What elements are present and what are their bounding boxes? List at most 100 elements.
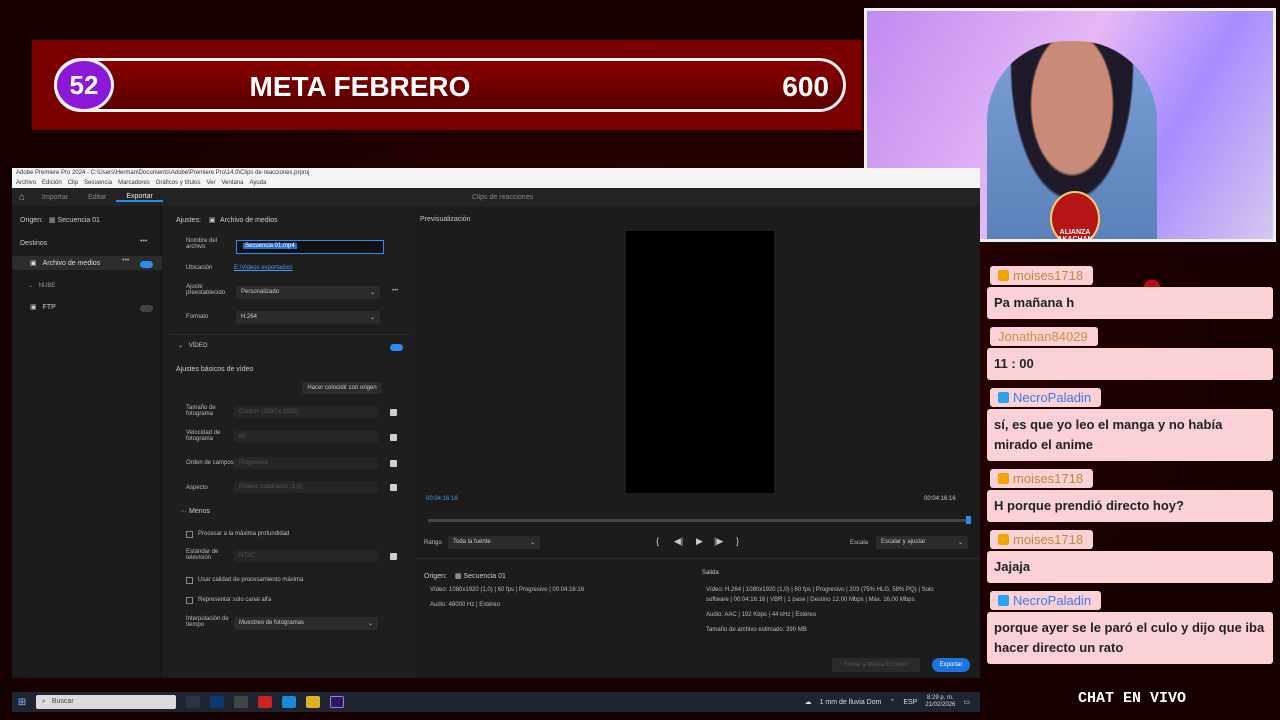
field-order-checkbox[interactable]	[390, 460, 397, 467]
divider	[416, 558, 980, 559]
less-toggle[interactable]: ··· Menos	[180, 508, 210, 515]
range-select[interactable]: Toda la fuente ⌄	[448, 536, 540, 549]
taskbar-search[interactable]: ⌕ Buscar	[36, 695, 176, 709]
aspect-checkbox[interactable]	[390, 484, 397, 491]
menu-secuencia[interactable]: Secuencia	[84, 178, 112, 188]
preset-label: Ajuste preestablecido	[186, 284, 226, 296]
chat-message: Jonathan84029 11 : 00	[987, 327, 1277, 380]
dest-ftp[interactable]: ▣ FTP	[30, 303, 56, 311]
menu-marcadores[interactable]: Marcadores	[118, 178, 150, 188]
tab-importar[interactable]: Importar	[32, 194, 78, 201]
preview-label: Previsualización	[420, 216, 471, 223]
menu-clip[interactable]: Clip	[68, 178, 78, 188]
weather-text[interactable]: 1 mm de lluvia Dom	[820, 699, 882, 706]
send-to-media-encoder-button[interactable]: Enviar a Media Encoder	[832, 658, 920, 672]
destinations-panel: Origen: ▦ Secuencia 01 Destinos ••• ▣ Ar…	[12, 206, 162, 678]
format-label: Formato	[186, 314, 209, 320]
frame-rate-checkbox[interactable]	[390, 434, 397, 441]
chevron-up-icon[interactable]: ⌃	[889, 698, 895, 706]
goal-target: 600	[782, 71, 829, 102]
premiere-icon[interactable]	[330, 696, 344, 708]
tab-exportar[interactable]: Exportar	[116, 193, 163, 202]
video-toggle[interactable]	[390, 344, 403, 351]
menu-archivo[interactable]: Archivo	[16, 178, 36, 188]
notifications-icon[interactable]: ▭	[963, 698, 970, 706]
menu-ver[interactable]: Ver	[206, 178, 215, 188]
dest-group-nube[interactable]: ⌄ NUBE	[28, 282, 55, 289]
clock[interactable]: 8:29 p. m. 21/02/2026	[925, 695, 955, 709]
frame-size-select[interactable]: Custom (1080 x 1920)	[234, 406, 378, 418]
output-audio-info: Audio: AAC | 192 Kbps | 44 kHz | Estéreo	[706, 612, 817, 618]
tv-standard-checkbox[interactable]	[390, 553, 397, 560]
tv-standard-label: Estándar de televisión	[186, 549, 219, 561]
preset-more-icon[interactable]: •••	[392, 288, 398, 294]
max-depth-checkbox[interactable]	[186, 531, 193, 538]
edge-icon[interactable]	[282, 696, 296, 708]
time-start: 00:04:16:16	[426, 496, 458, 502]
filename-label: Nombre del archivo	[186, 238, 218, 250]
preview-video	[626, 231, 774, 493]
chat-text: 11 : 00	[987, 348, 1273, 380]
source-video-info: Vídeo: 1080x1920 (1,0) | 60 fps | Progre…	[430, 587, 585, 593]
mark-in-icon[interactable]: {	[656, 536, 659, 546]
more-icon[interactable]: •••	[140, 238, 147, 245]
frame-size-checkbox[interactable]	[390, 409, 397, 416]
match-source-button[interactable]: Hacer coincidir con origen	[302, 382, 382, 394]
chevron-down-icon: ⌄	[367, 621, 373, 627]
preset-select[interactable]: Personalizado ⌄	[236, 286, 380, 299]
project-name: Clips de reacciones	[472, 193, 534, 201]
timeline-bar[interactable]	[428, 519, 968, 522]
home-icon[interactable]: ⌂	[12, 192, 32, 203]
chrome-icon[interactable]	[258, 696, 272, 708]
menu-edicion[interactable]: Edición	[42, 178, 62, 188]
output-label: Salida	[702, 570, 719, 576]
more-icon: ···	[180, 508, 187, 515]
windows-taskbar: ⊞ ⌕ Buscar ☁ 1 mm de lluvia Dom ⌃ ESP 8:…	[12, 692, 980, 712]
aspect-select[interactable]: Píxeles cuadrados (1,0)	[234, 481, 378, 493]
location-link[interactable]: E:\Videos exportados\	[234, 265, 293, 271]
app-icon[interactable]	[234, 696, 248, 708]
chat-message: NecroPaladin porque ayer se le paró el c…	[987, 591, 1277, 664]
tab-editar[interactable]: Editar	[78, 194, 116, 201]
mark-out-icon[interactable]: }	[736, 536, 739, 546]
file-icon: ▣	[208, 217, 216, 224]
destinations-label: Destinos	[20, 240, 48, 247]
settings-panel: Ajustes: ▣ Archivo de medios Nombre del …	[170, 206, 410, 678]
max-quality-checkbox[interactable]	[186, 577, 193, 584]
filename-input[interactable]: Secuencia 01.mp4	[236, 240, 384, 254]
file-explorer-icon[interactable]	[306, 696, 320, 708]
dest-ftp-toggle[interactable]	[140, 305, 153, 312]
task-view-icon[interactable]	[186, 696, 200, 708]
interp-select[interactable]: Muestreo de fotogramas ⌄	[234, 617, 378, 630]
chat-text: H porque prendió directo hoy?	[987, 490, 1273, 522]
time-end: 00:04:16:16	[924, 496, 956, 502]
alpha-only-checkbox[interactable]	[186, 597, 193, 604]
play-icon[interactable]: ▶	[696, 536, 703, 547]
field-order-select[interactable]: Progresivo	[234, 457, 378, 469]
chevron-down-icon: ⌄	[28, 283, 34, 289]
photoshop-icon[interactable]	[210, 696, 224, 708]
menu-graficos[interactable]: Gráficos y títulos	[156, 178, 201, 188]
chat-message: moises1718 Jajaja	[987, 530, 1277, 583]
scale-select[interactable]: Escalar y ajustar ⌄	[876, 536, 968, 549]
video-section-header[interactable]: ⌄ VÍDEO	[178, 342, 207, 349]
export-button[interactable]: Exportar	[932, 658, 970, 672]
frame-rate-select[interactable]: 60	[234, 431, 378, 443]
source-origin: Origen: ▦ Secuencia 01	[424, 573, 506, 580]
chat-text: porque ayer se le paró el culo y dijo qu…	[987, 612, 1273, 664]
format-select[interactable]: H.264 ⌄	[236, 311, 380, 324]
dest-media-toggle[interactable]	[140, 261, 153, 268]
menu-ventana[interactable]: Ventana	[221, 178, 243, 188]
film-icon: ▦	[48, 217, 56, 224]
windows-start-icon[interactable]: ⊞	[12, 697, 32, 708]
chat-message: NecroPaladin sí, es que yo leo el manga …	[987, 388, 1277, 461]
aspect-label: Aspecto	[186, 485, 208, 491]
tv-standard-select[interactable]: NTSC	[234, 550, 378, 562]
step-back-icon[interactable]: ◀|	[674, 536, 683, 547]
language-indicator[interactable]: ESP	[903, 699, 917, 706]
workspace-tabs: ⌂ Importar Editar Exportar Clips de reac…	[12, 188, 980, 206]
step-forward-icon[interactable]: |▶	[714, 536, 723, 547]
dest-media-more-icon[interactable]: •••	[122, 257, 129, 264]
playhead-handle[interactable]	[966, 516, 971, 524]
menu-ayuda[interactable]: Ayuda	[250, 178, 267, 188]
